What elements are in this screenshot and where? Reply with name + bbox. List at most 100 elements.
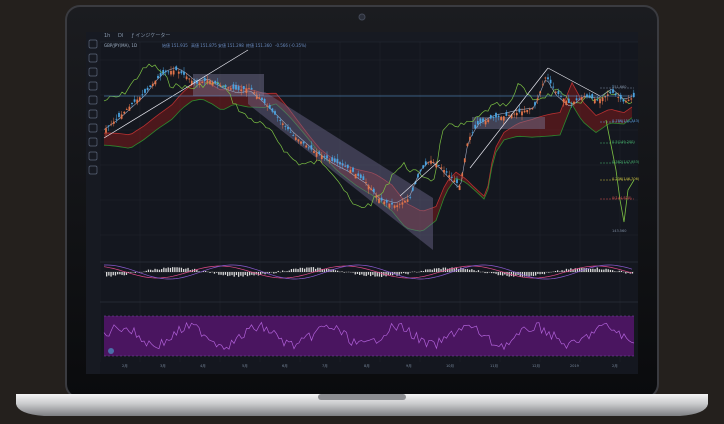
price-axis-label: 0(144.820)	[612, 197, 631, 201]
macd-histogram-bar	[236, 272, 237, 275]
macd-histogram-bar	[405, 272, 406, 274]
macd-histogram-bar	[218, 272, 219, 275]
candle-body	[381, 198, 383, 201]
macd-histogram-bar	[165, 268, 166, 272]
macd-histogram-bar	[535, 272, 536, 276]
macd-histogram-bar	[542, 272, 543, 274]
candle-body	[448, 175, 450, 177]
indicators-label: インジケーター	[135, 33, 170, 39]
macd-histogram-bar	[614, 271, 615, 272]
time-axis-tick: 10月	[446, 365, 454, 369]
chart-style-button[interactable]: Dl	[118, 34, 123, 39]
candle-body	[235, 85, 237, 89]
macd-histogram-bar	[121, 272, 122, 275]
symbol-legend[interactable]: GBP/JPY(MA), 1D	[104, 44, 137, 48]
macd-histogram-bar	[267, 272, 268, 273]
candle-body	[368, 185, 370, 189]
candle-body	[142, 94, 144, 95]
macd-histogram-bar	[352, 272, 353, 273]
macd-histogram-bar	[471, 269, 472, 272]
macd-histogram-bar	[110, 272, 111, 277]
macd-histogram-bar	[174, 267, 175, 272]
candle-body	[136, 100, 138, 104]
macd-histogram-bar	[564, 271, 565, 272]
macd-histogram-bar	[429, 269, 430, 272]
settings-icon[interactable]	[108, 348, 114, 354]
macd-histogram-bar	[168, 267, 169, 272]
macd-histogram-bar	[368, 272, 369, 275]
top-toolbar	[100, 32, 638, 42]
macd-histogram-bar	[498, 272, 499, 275]
candle-body	[329, 160, 331, 161]
candle-body	[571, 103, 573, 104]
change-value: -0.566 (-0.35%)	[275, 44, 306, 48]
candle-body	[498, 116, 500, 117]
macd-histogram-bar	[115, 272, 116, 276]
macd-histogram-bar	[544, 272, 545, 274]
macd-histogram-bar	[388, 272, 389, 275]
macd-histogram-bar	[185, 269, 186, 272]
candle-body	[355, 174, 357, 178]
macd-histogram-bar	[337, 271, 338, 272]
candle-body	[298, 139, 300, 141]
candle-body	[331, 157, 333, 161]
candle-body	[274, 111, 276, 114]
macd-histogram-bar	[610, 270, 611, 272]
macd-histogram-bar	[401, 272, 402, 274]
laptop-scene: 1h Dl ƒ インジケーター GBP/JPY(MA), 1D 始値 151.9…	[0, 0, 724, 420]
candle-body	[461, 173, 463, 176]
macd-histogram-bar	[308, 268, 309, 272]
candle-body	[157, 76, 159, 78]
macd-histogram-bar	[113, 272, 114, 275]
macd-histogram-bar	[372, 272, 373, 275]
candle-body	[490, 115, 492, 118]
macd-histogram-bar	[476, 271, 477, 272]
candle-body	[113, 122, 115, 124]
candle-body	[620, 95, 622, 99]
candle-body	[199, 83, 201, 85]
price-axis-label: 143.560	[612, 230, 626, 234]
candle-body	[147, 88, 149, 90]
macd-histogram-bar	[427, 269, 428, 272]
macd-histogram-bar	[539, 272, 540, 274]
macd-histogram-bar	[366, 272, 367, 276]
candle-body	[256, 95, 258, 99]
macd-histogram-bar	[172, 267, 173, 272]
candle-body	[266, 106, 268, 107]
candle-body	[295, 137, 297, 140]
macd-histogram-bar	[421, 271, 422, 272]
macd-histogram-bar	[154, 269, 155, 272]
candle-body	[459, 186, 461, 190]
candle-body	[222, 86, 224, 87]
candle-body	[555, 92, 557, 93]
macd-histogram-bar	[108, 272, 109, 276]
candle-body	[272, 108, 274, 111]
indicators-button[interactable]: ƒ インジケーター	[132, 34, 170, 39]
macd-histogram-bar	[608, 269, 609, 272]
candle-body	[162, 70, 164, 74]
candle-body	[108, 126, 110, 127]
macd-histogram-bar	[487, 272, 488, 273]
macd-histogram-bar	[148, 270, 149, 272]
candle-body	[165, 71, 167, 72]
candle-body	[318, 152, 320, 154]
macd-histogram-bar	[209, 272, 210, 273]
time-axis-tick: 12月	[532, 365, 540, 369]
macd-histogram-bar	[592, 269, 593, 272]
laptop-notch	[318, 394, 406, 400]
candle-body	[227, 88, 229, 89]
candle-body	[347, 165, 349, 168]
macd-histogram-bar	[245, 272, 246, 275]
macd-histogram-bar	[297, 269, 298, 272]
candle-body	[357, 173, 359, 175]
macd-histogram-bar	[473, 270, 474, 272]
macd-histogram-bar	[469, 270, 470, 272]
candle-body	[625, 101, 627, 102]
macd-histogram-bar	[359, 272, 360, 275]
laptop-illustration	[0, 0, 724, 420]
tool-sidebar	[86, 32, 100, 374]
macd-histogram-bar	[234, 272, 235, 277]
timeframe-button[interactable]: 1h	[104, 34, 110, 39]
indicator-icon: ƒ	[132, 33, 134, 39]
macd-histogram-bar	[621, 271, 622, 272]
